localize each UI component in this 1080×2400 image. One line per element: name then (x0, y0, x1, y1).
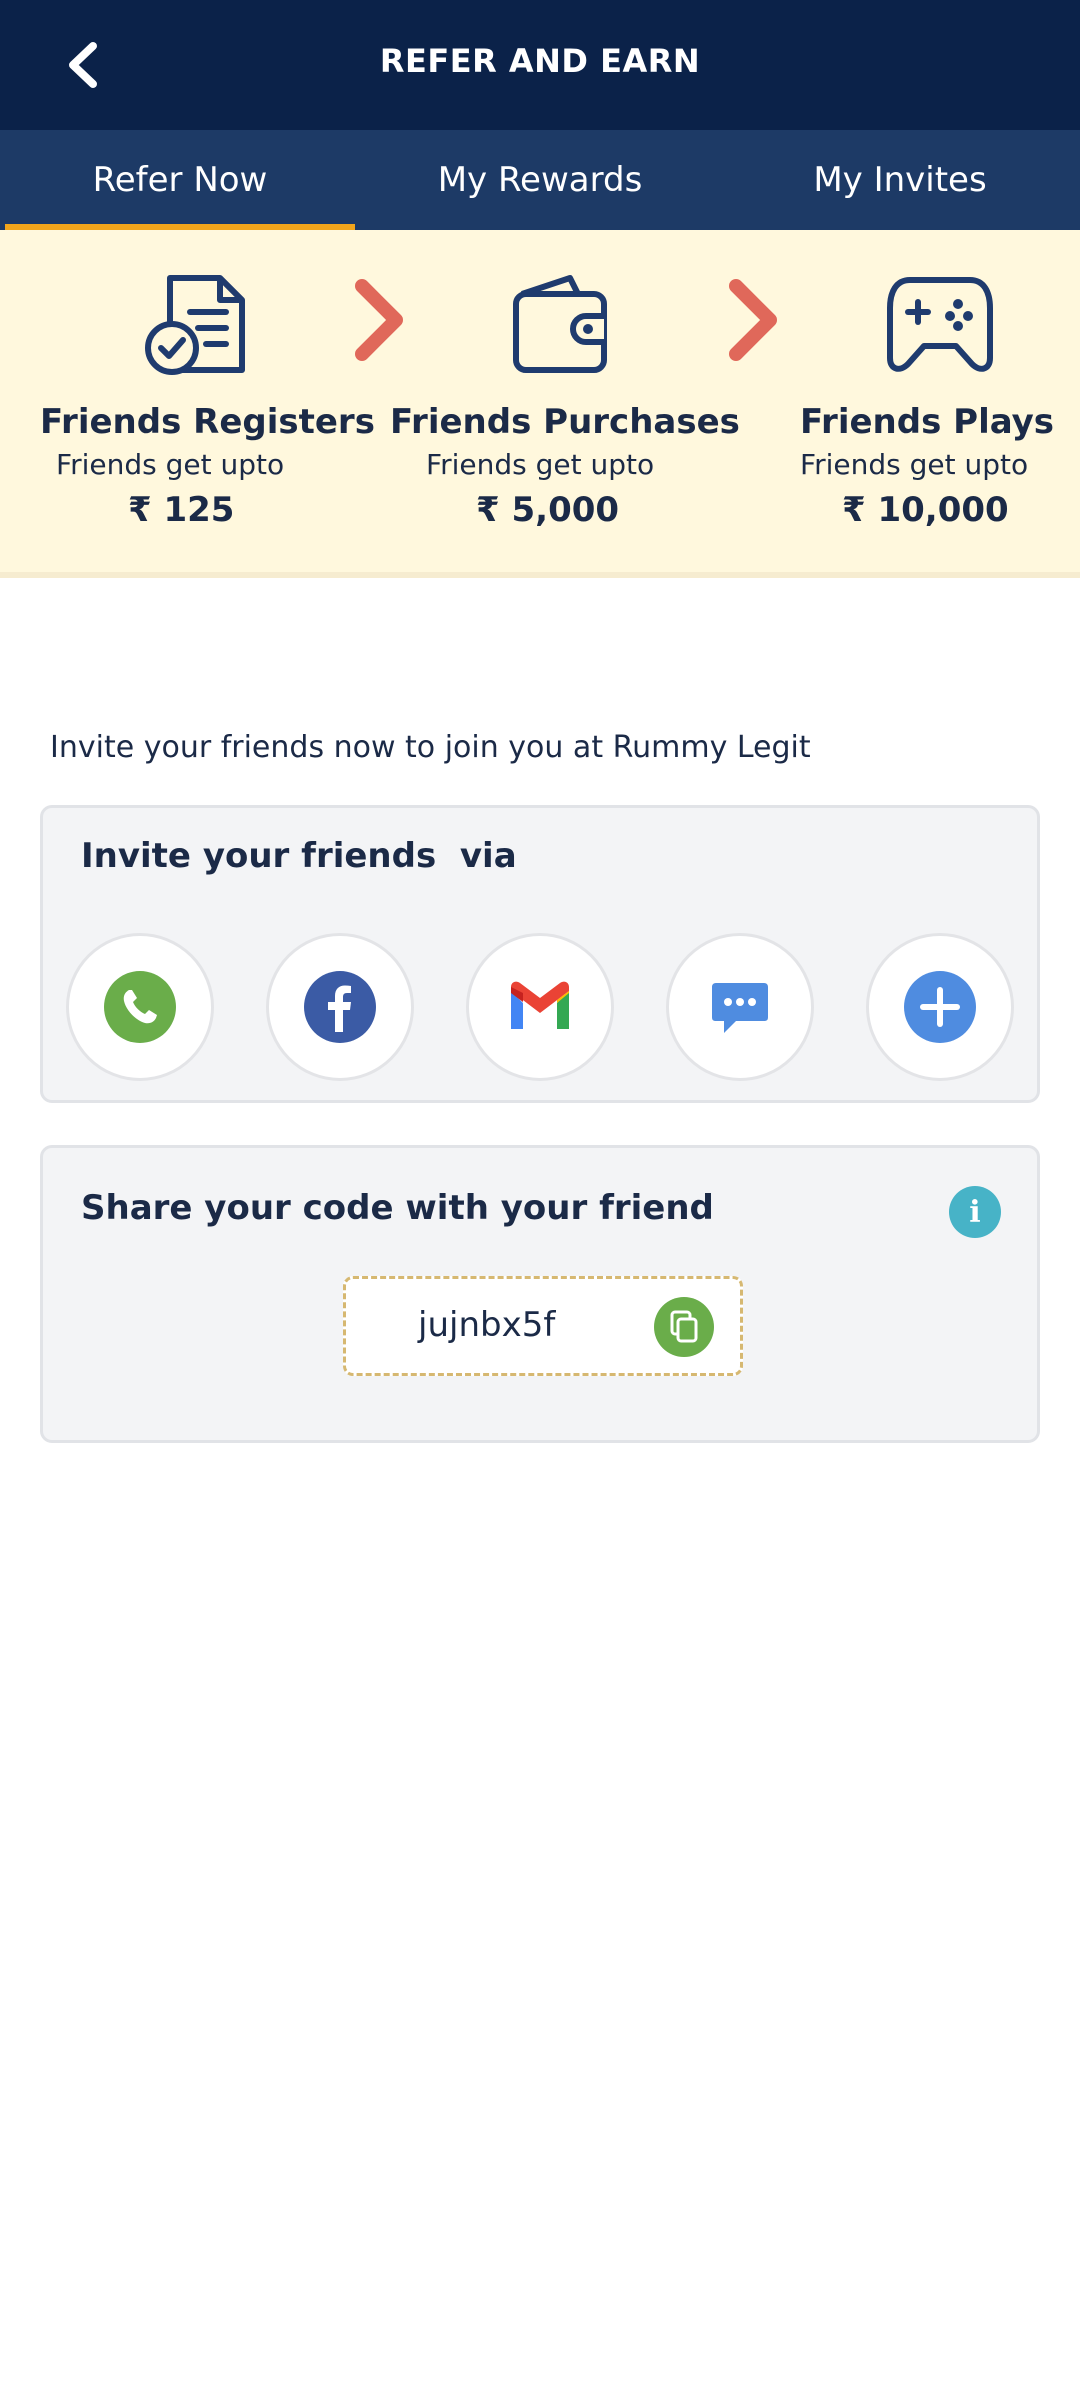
referral-steps-banner: Friends Registers Friends get upto ₹ 125… (0, 230, 1080, 578)
page-title: REFER AND EARN (379, 42, 701, 80)
step-title: Friends Plays (800, 402, 1055, 442)
info-icon[interactable]: i (949, 1186, 1001, 1238)
chevron-right-icon (729, 279, 777, 361)
share-code-title: Share your code with your friend (81, 1188, 714, 1228)
document-check-icon (145, 275, 245, 375)
copy-icon (670, 1310, 698, 1343)
step-title: Friends Registers (40, 402, 375, 442)
referral-code-box: jujnbx5f (343, 1276, 743, 1376)
share-code-card: Share your code with your friend i jujnb… (40, 1145, 1040, 1443)
tab-my-invites[interactable]: My Invites (720, 130, 1080, 230)
wallet-icon (513, 275, 607, 373)
step-amount: ₹ 10,000 (842, 490, 1009, 530)
step-subtitle: Friends get upto (56, 448, 285, 481)
tab-bar: Refer Now My Rewards My Invites (0, 130, 1080, 230)
step-subtitle: Friends get upto (426, 448, 655, 481)
more-icon (904, 971, 976, 1043)
share-whatsapp-button[interactable] (66, 933, 214, 1081)
share-sms-button[interactable] (666, 933, 814, 1081)
step-subtitle: Friends get upto (800, 448, 1029, 481)
invite-via-title: Invite your friends via (81, 836, 517, 876)
share-gmail-button[interactable] (466, 933, 614, 1081)
chevron-right-icon (355, 279, 403, 361)
gamepad-icon (887, 277, 993, 372)
step-title: Friends Purchases (390, 402, 740, 442)
step-amount: ₹ 125 (128, 490, 235, 530)
facebook-icon (304, 971, 376, 1043)
referral-code: jujnbx5f (418, 1305, 556, 1345)
invite-via-card: Invite your friends via (40, 805, 1040, 1103)
step-amount: ₹ 5,000 (476, 490, 620, 530)
share-facebook-button[interactable] (266, 933, 414, 1081)
share-more-button[interactable] (866, 933, 1014, 1081)
gmail-icon (511, 981, 569, 1029)
top-app-bar: REFER AND EARN (0, 0, 1080, 130)
whatsapp-icon (104, 971, 176, 1043)
tab-refer-now[interactable]: Refer Now (0, 130, 360, 230)
sms-icon (712, 983, 768, 1033)
copy-code-button[interactable] (654, 1297, 714, 1357)
invite-description: Invite your friends now to join you at R… (50, 730, 811, 765)
tab-my-rewards[interactable]: My Rewards (360, 130, 720, 230)
